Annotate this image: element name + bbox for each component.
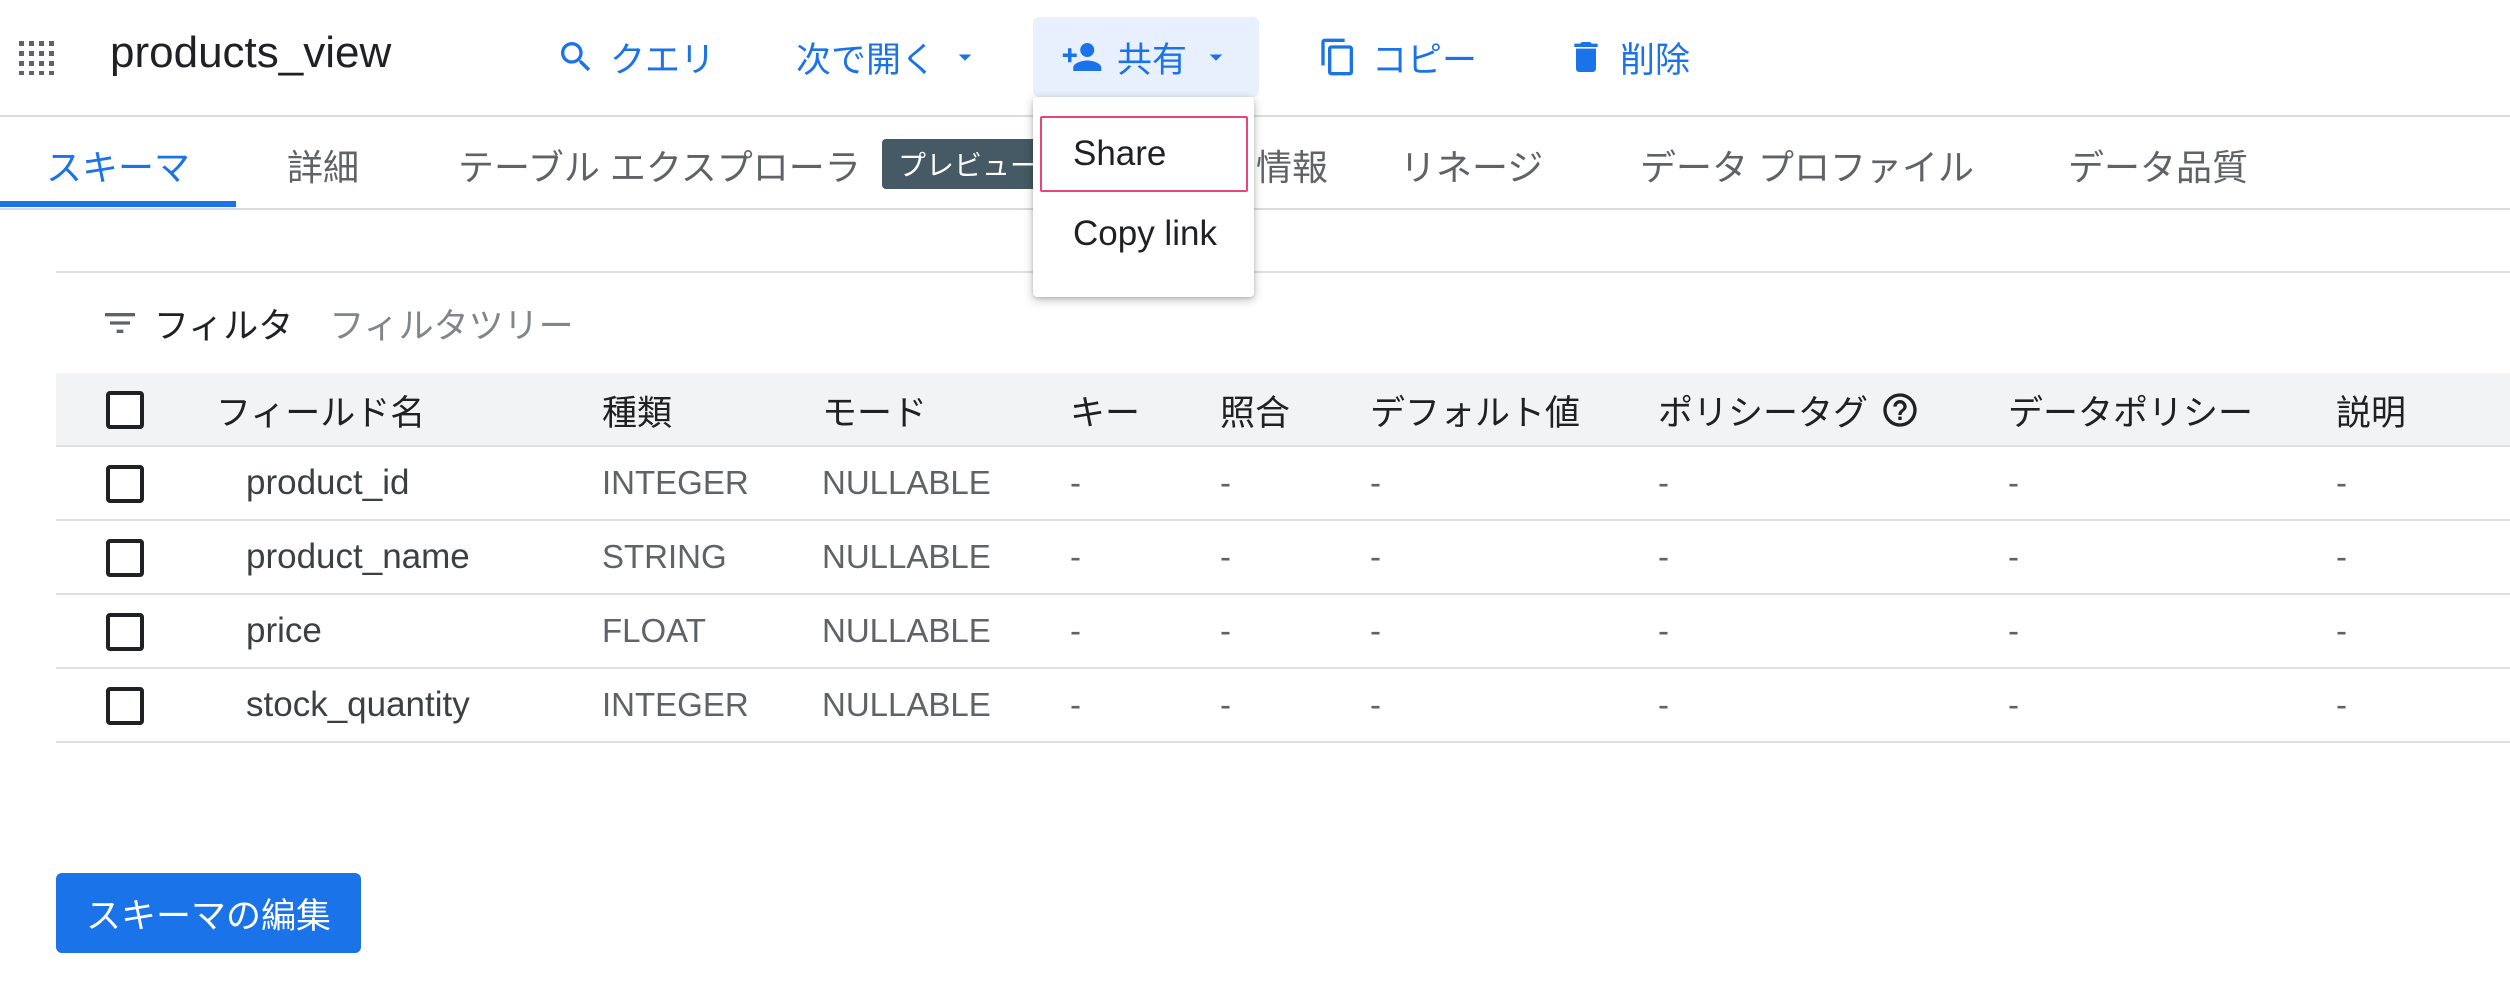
share-button[interactable]: 共有 bbox=[1033, 17, 1260, 97]
tab-data-profile[interactable]: データ プロファイル bbox=[1640, 119, 1974, 210]
field-mode: NULLABLE bbox=[822, 464, 991, 501]
chevron-down-icon bbox=[958, 54, 972, 61]
field-default: - bbox=[1370, 686, 1381, 723]
help-circle-icon[interactable] bbox=[1880, 390, 1920, 430]
field-mode: NULLABLE bbox=[822, 538, 991, 575]
selected-tab-indicator bbox=[0, 201, 236, 207]
field-name[interactable]: product_name bbox=[246, 521, 470, 593]
field-collation: - bbox=[1220, 612, 1231, 649]
top-header: products_view クエリ 次で開く 共有 コピー 削除 bbox=[0, 0, 2510, 117]
field-collation: - bbox=[1220, 538, 1231, 575]
search-icon bbox=[561, 42, 591, 72]
field-key: - bbox=[1070, 686, 1081, 723]
row-checkbox[interactable] bbox=[106, 687, 144, 725]
field-policy-tags: - bbox=[1658, 612, 1669, 649]
field-name[interactable]: product_id bbox=[246, 447, 409, 519]
menu-item-share[interactable]: Share bbox=[1040, 116, 1248, 192]
field-default: - bbox=[1370, 538, 1381, 575]
select-all-checkbox[interactable] bbox=[106, 391, 144, 429]
table-row[interactable]: product_name STRING NULLABLE - - - - - - bbox=[56, 521, 2510, 595]
field-default: - bbox=[1370, 612, 1381, 649]
filter-list-icon bbox=[105, 313, 135, 333]
share-label: 共有 bbox=[1117, 40, 1188, 80]
row-checkbox[interactable] bbox=[106, 539, 144, 577]
field-name[interactable]: stock_quantity bbox=[246, 669, 470, 741]
filter-bar[interactable]: フィルタ フィルタツリー bbox=[100, 290, 574, 356]
edit-schema-button[interactable]: スキーマの編集 bbox=[56, 873, 361, 953]
field-data-policy: - bbox=[2008, 464, 2019, 501]
tab-bar: スキーマ 詳細 テーブル エクスプローラ 情報 リネージ データ プロファイル … bbox=[0, 119, 2510, 210]
delete-label: 削除 bbox=[1620, 40, 1691, 80]
field-type: INTEGER bbox=[602, 464, 749, 501]
field-mode: NULLABLE bbox=[822, 612, 991, 649]
chevron-down-icon bbox=[1209, 54, 1223, 61]
table-row[interactable]: stock_quantity INTEGER NULLABLE - - - - … bbox=[56, 669, 2510, 743]
open-with-label: 次で開く bbox=[796, 40, 937, 80]
delete-button[interactable]: 削除 bbox=[1538, 17, 1718, 97]
field-policy-tags: - bbox=[1658, 464, 1669, 501]
field-data-policy: - bbox=[2008, 686, 2019, 723]
content-copy-icon bbox=[1321, 38, 1353, 76]
field-collation: - bbox=[1220, 464, 1231, 501]
row-checkbox[interactable] bbox=[106, 465, 144, 503]
page-title: products_view bbox=[110, 28, 392, 77]
column-header-description[interactable]: 説明 bbox=[2336, 373, 2406, 447]
field-key: - bbox=[1070, 464, 1081, 501]
tab-schema[interactable]: スキーマ bbox=[46, 119, 190, 210]
column-header-data-policy[interactable]: データポリシー bbox=[2008, 373, 2253, 447]
copy-label: コピー bbox=[1372, 40, 1478, 80]
field-type: STRING bbox=[602, 538, 727, 575]
field-description: - bbox=[2336, 686, 2347, 723]
field-key: - bbox=[1070, 538, 1081, 575]
field-mode: NULLABLE bbox=[822, 686, 991, 723]
tab-table-explorer[interactable]: テーブル エクスプローラ bbox=[458, 119, 861, 210]
tab-lineage[interactable]: リネージ bbox=[1400, 119, 1543, 210]
field-description: - bbox=[2336, 612, 2347, 649]
query-button[interactable]: クエリ bbox=[528, 17, 743, 97]
trash-icon bbox=[1574, 42, 1598, 72]
field-key: - bbox=[1070, 612, 1081, 649]
column-header-field-name[interactable]: フィールド名 bbox=[216, 373, 425, 447]
column-header-default-value[interactable]: デフォルト値 bbox=[1370, 373, 1580, 447]
tab-data-quality[interactable]: データ品質 bbox=[2068, 119, 2248, 210]
table-row[interactable]: price FLOAT NULLABLE - - - - - - bbox=[56, 595, 2510, 669]
section-divider bbox=[56, 271, 2510, 273]
field-collation: - bbox=[1220, 686, 1231, 723]
apps-grid-icon[interactable] bbox=[18, 40, 58, 76]
column-header-type[interactable]: 種類 bbox=[602, 373, 672, 447]
field-policy-tags: - bbox=[1658, 686, 1669, 723]
person-add-icon bbox=[1062, 43, 1102, 71]
copy-button[interactable]: コピー bbox=[1290, 17, 1505, 97]
column-header-mode[interactable]: モード bbox=[822, 373, 927, 447]
field-type: INTEGER bbox=[602, 686, 749, 723]
field-policy-tags: - bbox=[1658, 538, 1669, 575]
tab-details[interactable]: 詳細 bbox=[287, 119, 359, 210]
column-header-key[interactable]: キー bbox=[1070, 373, 1140, 447]
tab-info[interactable]: 情報 bbox=[1256, 119, 1328, 210]
field-description: - bbox=[2336, 538, 2347, 575]
column-header-policy-tags[interactable]: ポリシータグ bbox=[1658, 373, 1920, 447]
field-data-policy: - bbox=[2008, 538, 2019, 575]
filter-label: フィルタ bbox=[154, 306, 294, 346]
field-description: - bbox=[2336, 464, 2347, 501]
menu-item-copy-link[interactable]: Copy link bbox=[1033, 196, 1254, 272]
field-name[interactable]: price bbox=[246, 595, 322, 667]
query-label: クエリ bbox=[610, 40, 716, 80]
field-default: - bbox=[1370, 464, 1381, 501]
table-row[interactable]: product_id INTEGER NULLABLE - - - - - - bbox=[56, 447, 2510, 521]
filter-input[interactable]: フィルタツリー bbox=[329, 298, 573, 349]
policy-tags-label: ポリシータグ bbox=[1658, 393, 1869, 433]
row-checkbox[interactable] bbox=[106, 613, 144, 651]
field-type: FLOAT bbox=[602, 612, 706, 649]
table-header: フィールド名 種類 モード キー 照合 デフォルト値 ポリシータグ データポリシ… bbox=[56, 373, 2510, 447]
share-dropdown-menu: Share Copy link bbox=[1033, 97, 1254, 297]
open-with-button[interactable]: 次で開く bbox=[768, 17, 1008, 97]
field-data-policy: - bbox=[2008, 612, 2019, 649]
preview-badge: プレビュー bbox=[882, 139, 1055, 189]
column-header-collation[interactable]: 照合 bbox=[1220, 373, 1290, 447]
